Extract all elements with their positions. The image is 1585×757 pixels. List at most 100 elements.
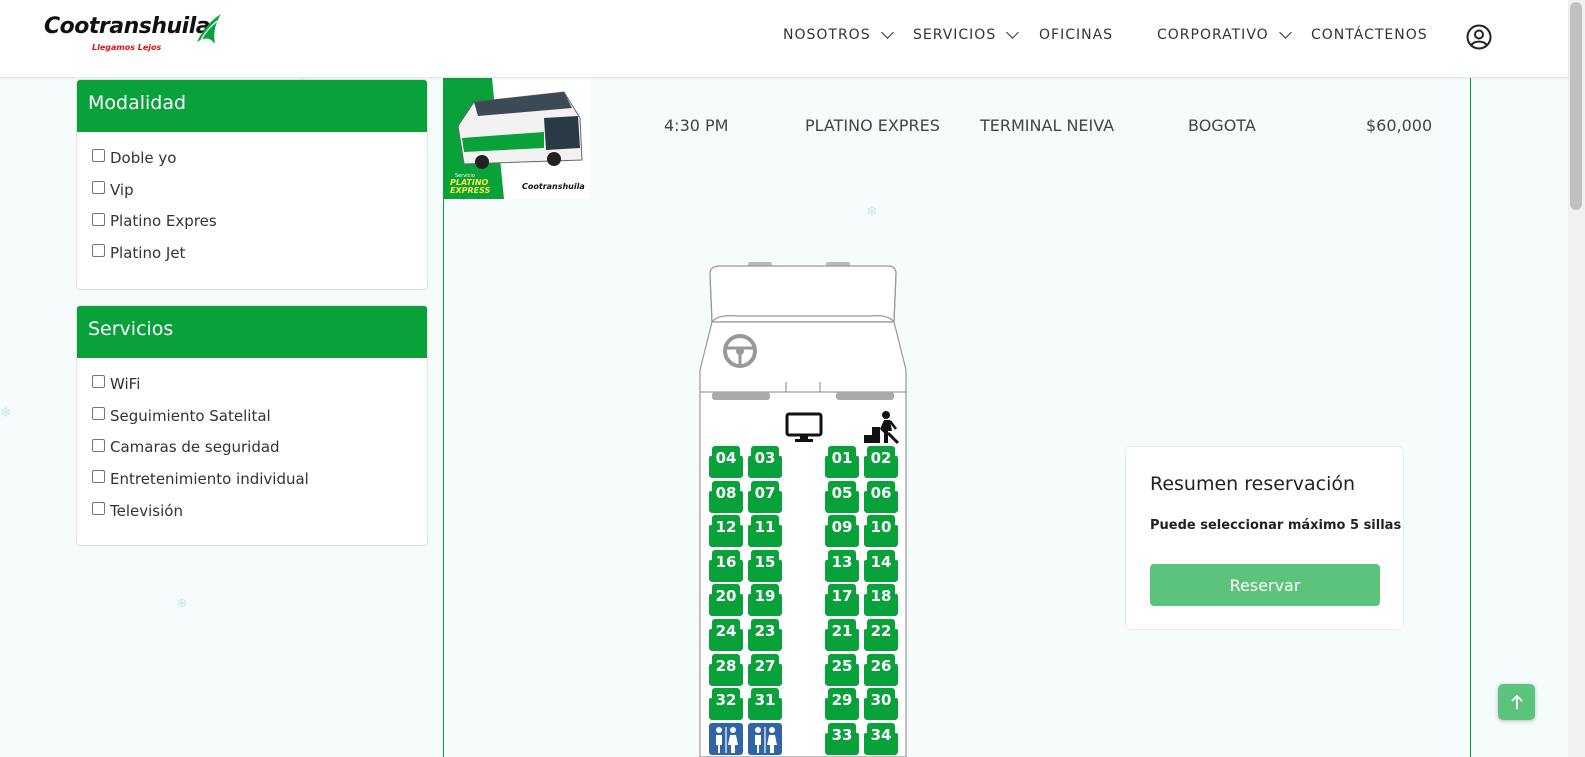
seat-02[interactable]: 02 [864, 446, 898, 479]
filter-option[interactable]: WiFi [77, 368, 427, 400]
seat-07[interactable]: 07 [748, 481, 782, 514]
seat-26[interactable]: 26 [864, 654, 898, 687]
chevron-down-icon [1278, 26, 1292, 39]
thumb-brand: Cootranshuila [522, 182, 585, 191]
checkbox[interactable] [92, 438, 105, 452]
filter-option[interactable]: Entretenimiento individual [77, 463, 427, 495]
seat-number: 23 [754, 622, 776, 640]
brand-logo[interactable]: Cootranshuila Llegamos Lejos [44, 14, 224, 60]
checkbox[interactable] [92, 502, 105, 516]
seat-05[interactable]: 05 [825, 481, 859, 514]
seat-12[interactable]: 12 [709, 515, 743, 548]
scrollbar-thumb[interactable] [1570, 2, 1582, 210]
user-circle-icon[interactable] [1466, 24, 1492, 50]
seat-13[interactable]: 13 [825, 550, 859, 583]
trip-price: $60,000 [1366, 116, 1433, 135]
seat-01[interactable]: 01 [825, 446, 859, 479]
seat-06[interactable]: 06 [864, 481, 898, 514]
filter-option[interactable]: Platino Expres [77, 205, 427, 237]
site-header: Cootranshuila Llegamos Lejos NOSOTROS SE… [0, 0, 1568, 78]
seat-32[interactable]: 32 [709, 688, 743, 721]
seat-number: 10 [870, 518, 892, 536]
seat-number: 26 [870, 657, 892, 675]
seat-28[interactable]: 28 [709, 654, 743, 687]
filter-option[interactable]: Platino Jet [77, 237, 427, 269]
trip-modality: PLATINO EXPRES [805, 116, 940, 135]
checkbox[interactable] [92, 212, 105, 226]
seat-04[interactable]: 04 [709, 446, 743, 479]
filter-option[interactable]: Seguimiento Satelital [77, 400, 427, 432]
bus-thumbnail: Servicio PLATINO EXPRESS Cootranshuila [444, 78, 590, 199]
trip-origin: TERMINAL NEIVA [980, 116, 1115, 135]
back-to-top-button[interactable] [1498, 684, 1535, 720]
checkbox[interactable] [92, 181, 105, 195]
seat-22[interactable]: 22 [864, 619, 898, 652]
reserve-button[interactable]: Reservar [1150, 564, 1380, 606]
seat-number: 22 [870, 622, 892, 640]
nav-corporativo[interactable]: CORPORATIVO [1157, 26, 1292, 43]
filter-option[interactable]: Televisión [77, 495, 427, 527]
chevron-down-icon [880, 26, 894, 39]
restroom-icon [709, 723, 743, 755]
checkbox[interactable] [92, 375, 105, 389]
checkbox[interactable] [92, 470, 105, 484]
seat-34[interactable]: 34 [864, 723, 898, 756]
seat-30[interactable]: 30 [864, 688, 898, 721]
filter-option[interactable]: Doble yo [77, 142, 427, 174]
trip-time: 4:30 PM [664, 116, 729, 135]
seat-15[interactable]: 15 [748, 550, 782, 583]
summary-subtitle: Puede seleccionar máximo 5 sillas [1150, 518, 1402, 533]
seat-number: 17 [831, 587, 853, 605]
seat-03[interactable]: 03 [748, 446, 782, 479]
checkbox[interactable] [92, 407, 105, 421]
seat-number: 18 [870, 587, 892, 605]
nav-nosotros[interactable]: NOSOTROS [783, 26, 894, 43]
arrow-up-icon [1510, 694, 1523, 709]
seat-18[interactable]: 18 [864, 584, 898, 617]
nav-label: SERVICIOS [913, 27, 997, 43]
trip-panel [443, 78, 1471, 757]
thumb-label: PLATINO EXPRESS [450, 178, 491, 195]
nav-contactenos[interactable]: CONTÁCTENOS [1311, 27, 1428, 43]
seat-11[interactable]: 11 [748, 515, 782, 548]
seat-27[interactable]: 27 [748, 654, 782, 687]
seat-24[interactable]: 24 [709, 619, 743, 652]
seat-08[interactable]: 08 [709, 481, 743, 514]
filter-card-servicios: Servicios WiFi Seguimiento Satelital Cam… [76, 305, 428, 546]
seat-number: 28 [715, 657, 737, 675]
seat-16[interactable]: 16 [709, 550, 743, 583]
chevron-down-icon [1006, 26, 1020, 39]
seat-31[interactable]: 31 [748, 688, 782, 721]
seat-20[interactable]: 20 [709, 584, 743, 617]
seat-17[interactable]: 17 [825, 584, 859, 617]
seat-number: 16 [715, 553, 737, 571]
seat-19[interactable]: 19 [748, 584, 782, 617]
seat-number: 31 [754, 691, 776, 709]
filter-card-modalidad: Modalidad Doble yo Vip Platino Expres Pl… [76, 79, 428, 290]
seat-number: 32 [715, 691, 737, 709]
reservation-summary: Resumen reservación Puede seleccionar má… [1125, 446, 1404, 630]
brand-tagline: Llegamos Lejos [92, 43, 162, 52]
checkbox[interactable] [92, 244, 105, 258]
filter-option[interactable]: Camaras de seguridad [77, 431, 427, 463]
nav-oficinas[interactable]: OFICINAS [1039, 27, 1113, 43]
stairs-person-icon [864, 411, 900, 445]
seat-number: 13 [831, 553, 853, 571]
filter-option[interactable]: Vip [77, 174, 427, 206]
seat-33[interactable]: 33 [825, 723, 859, 756]
seat-number: 12 [715, 518, 737, 536]
nav-label: NOSOTROS [783, 27, 871, 43]
seat-14[interactable]: 14 [864, 550, 898, 583]
seat-29[interactable]: 29 [825, 688, 859, 721]
seat-number: 02 [870, 449, 892, 467]
seat-number: 01 [831, 449, 853, 467]
seat-number: 03 [754, 449, 776, 467]
seat-23[interactable]: 23 [748, 619, 782, 652]
seat-25[interactable]: 25 [825, 654, 859, 687]
seat-09[interactable]: 09 [825, 515, 859, 548]
seat-21[interactable]: 21 [825, 619, 859, 652]
seat-10[interactable]: 10 [864, 515, 898, 548]
nav-servicios[interactable]: SERVICIOS [913, 26, 1020, 43]
checkbox[interactable] [92, 149, 105, 163]
seat-number: 25 [831, 657, 853, 675]
